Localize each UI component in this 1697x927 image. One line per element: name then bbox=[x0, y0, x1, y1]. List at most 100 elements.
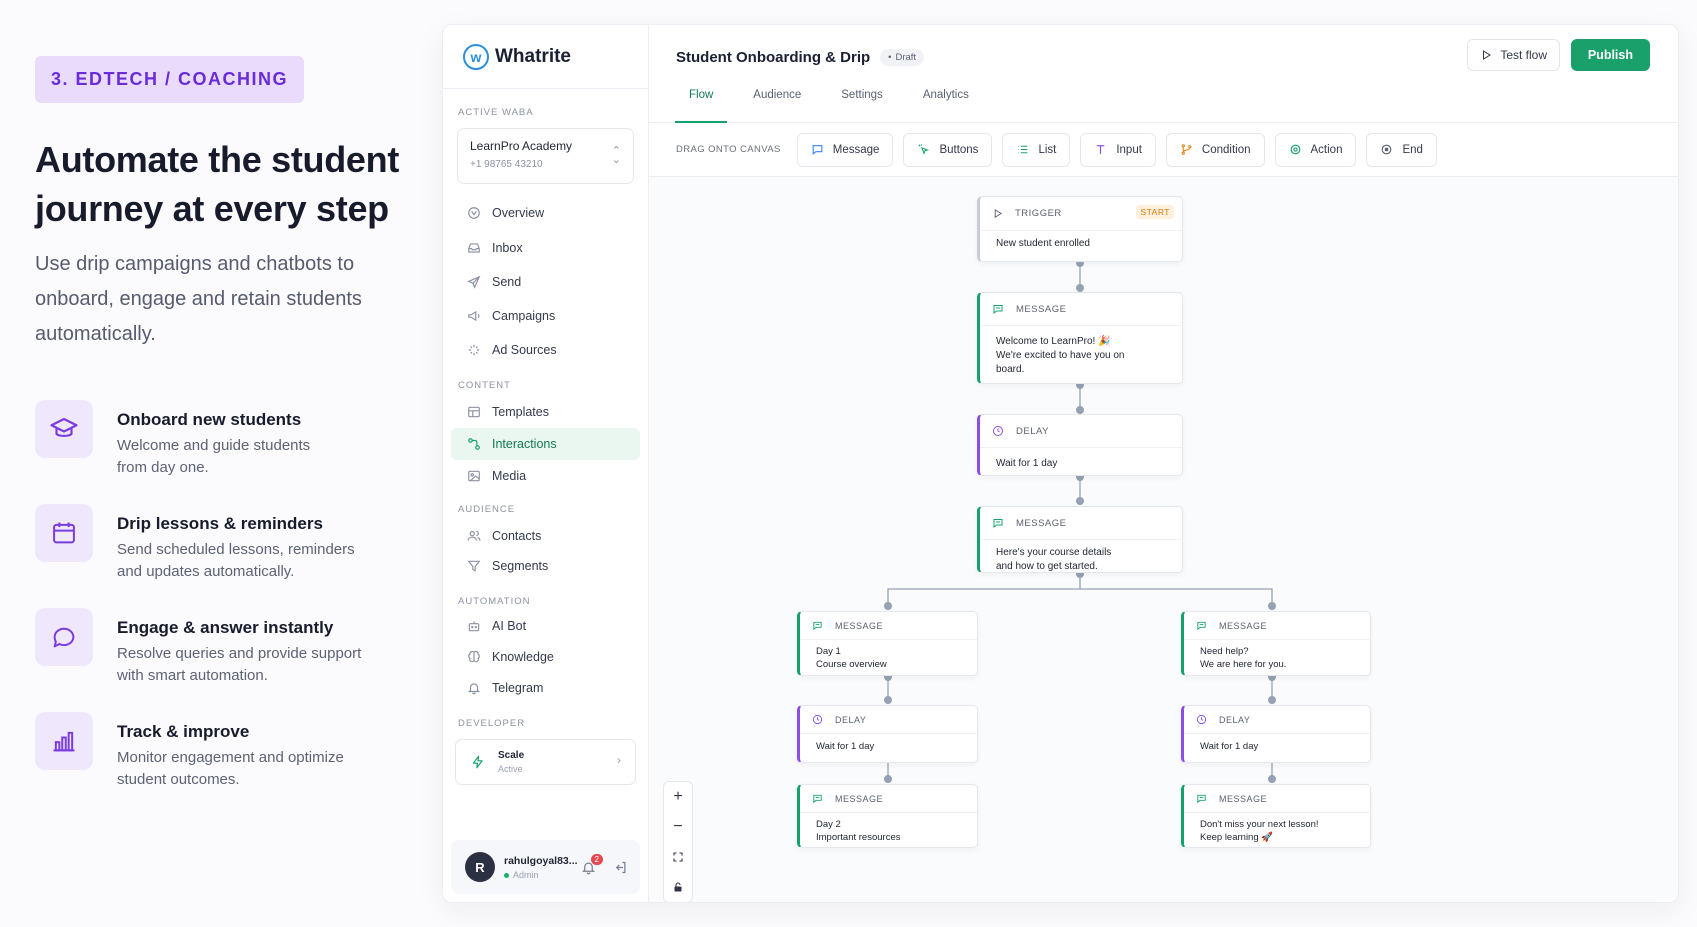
pointer-icon bbox=[917, 143, 930, 156]
sidebar: w Whatrite ACTIVE WABA LearnPro Academy … bbox=[443, 25, 649, 902]
brand[interactable]: w Whatrite bbox=[443, 25, 648, 89]
flow-node-message[interactable]: MESSAGE Welcome to LearnPro! 🎉 We're exc… bbox=[977, 292, 1183, 384]
sidebar-item-inbox[interactable]: Inbox bbox=[451, 232, 640, 264]
sidebar-item-ai-bot[interactable]: AI Bot bbox=[451, 610, 640, 642]
hero-title: Automate the student journey at every st… bbox=[35, 139, 400, 229]
flow-node-message[interactable]: MESSAGE Need help? We are here for you. bbox=[1181, 611, 1371, 676]
zoom-in-button[interactable]: + bbox=[664, 782, 692, 812]
node-text: Wait for 1 day bbox=[996, 458, 1058, 469]
feature-item: Drip lessons & reminders Send scheduled … bbox=[35, 504, 415, 608]
palette-item-label: Message bbox=[832, 143, 880, 156]
feature-desc: Send scheduled lessons, reminders and up… bbox=[117, 541, 355, 580]
tab-settings[interactable]: Settings bbox=[841, 89, 883, 123]
plan-card[interactable]: Scale Active › bbox=[455, 739, 636, 785]
sidebar-item-campaigns[interactable]: Campaigns bbox=[451, 300, 640, 332]
start-badge: START bbox=[1136, 205, 1174, 219]
section-label-automation: AUTOMATION bbox=[458, 596, 531, 607]
message-icon bbox=[812, 793, 823, 804]
node-type: TRIGGER bbox=[1015, 208, 1062, 219]
palette-item-condition[interactable]: Condition bbox=[1165, 132, 1265, 167]
lock-button[interactable] bbox=[664, 872, 692, 902]
sidebar-item-label: Campaigns bbox=[492, 309, 556, 323]
hero-section: 3. EDTECH / COACHING Automate the studen… bbox=[35, 56, 415, 352]
zoom-out-button[interactable]: − bbox=[664, 812, 692, 842]
tab-analytics[interactable]: Analytics bbox=[923, 89, 969, 123]
user-profile[interactable]: R rahulgoyal83... Admin 2 bbox=[451, 840, 640, 894]
palette-item-buttons[interactable]: Buttons bbox=[903, 132, 993, 167]
palette-item-action[interactable]: Action bbox=[1274, 132, 1357, 167]
branch-icon bbox=[1180, 143, 1193, 156]
flow-node-message[interactable]: MESSAGE Day 2 Important resources bbox=[797, 784, 978, 848]
waba-selector[interactable]: LearnPro Academy +1 98765 43210 ⌃ ⌄ bbox=[457, 128, 634, 184]
status-badge: Draft bbox=[880, 48, 925, 66]
graduation-cap-icon bbox=[35, 400, 93, 458]
flow-node-trigger[interactable]: TRIGGER START New student enrolled bbox=[977, 196, 1183, 262]
sidebar-item-ad-sources[interactable]: Ad Sources bbox=[451, 334, 640, 366]
sidebar-item-telegram[interactable]: Telegram bbox=[451, 672, 640, 704]
test-flow-button[interactable]: Test flow bbox=[1467, 39, 1560, 71]
logout-icon bbox=[615, 861, 626, 874]
notification-button[interactable]: 2 bbox=[581, 854, 603, 880]
flow-node-message[interactable]: MESSAGE Day 1 Course overview bbox=[797, 611, 978, 676]
fit-view-button[interactable] bbox=[664, 842, 692, 872]
whatrite-logo-icon: w bbox=[463, 43, 489, 70]
bell-icon bbox=[466, 680, 482, 696]
flow-node-delay[interactable]: DELAY Wait for 1 day bbox=[797, 705, 978, 763]
tab-flow[interactable]: Flow bbox=[674, 89, 728, 123]
node-text: Wait for 1 day bbox=[1200, 741, 1259, 752]
inbox-icon bbox=[466, 240, 482, 256]
plan-status: Active bbox=[498, 764, 523, 774]
palette-item-list[interactable]: List bbox=[1002, 132, 1071, 167]
feature-item: Track & improve Monitor engagement and o… bbox=[35, 712, 415, 816]
feature-desc: Welcome and guide students from day one. bbox=[117, 437, 311, 476]
palette-item-end[interactable]: End bbox=[1366, 132, 1437, 167]
feature-title: Onboard new students bbox=[117, 410, 302, 429]
sidebar-item-templates[interactable]: Templates bbox=[451, 396, 640, 428]
sidebar-item-contacts[interactable]: Contacts bbox=[451, 520, 640, 552]
play-icon bbox=[1483, 50, 1492, 60]
node-text: New student enrolled bbox=[996, 238, 1090, 249]
clock-icon bbox=[992, 425, 1004, 437]
palette-item-label: List bbox=[1038, 143, 1057, 156]
node-text: Don't miss your next lesson! Keep learni… bbox=[1200, 819, 1319, 843]
node-type: DELAY bbox=[835, 714, 867, 725]
overview-icon bbox=[466, 205, 482, 221]
tab-audience[interactable]: Audience bbox=[753, 89, 801, 123]
bot-icon bbox=[466, 618, 482, 634]
text-input-icon bbox=[1094, 143, 1107, 156]
message-icon bbox=[992, 303, 1004, 315]
sidebar-item-overview[interactable]: Overview bbox=[451, 197, 640, 229]
flow-title[interactable]: Student Onboarding & Drip bbox=[676, 49, 870, 66]
sidebar-item-label: Segments bbox=[492, 559, 549, 573]
node-type: MESSAGE bbox=[835, 620, 884, 631]
sidebar-item-media[interactable]: Media bbox=[451, 460, 640, 492]
sidebar-item-interactions[interactable]: Interactions bbox=[451, 428, 640, 460]
chevron-right-icon: › bbox=[617, 753, 621, 767]
flow-node-delay[interactable]: DELAY Wait for 1 day bbox=[1181, 705, 1371, 763]
flow-node-message[interactable]: MESSAGE Here's your course details and h… bbox=[977, 506, 1183, 573]
brain-icon bbox=[466, 649, 482, 665]
flow-canvas[interactable]: TRIGGER START New student enrolled MESSA… bbox=[649, 177, 1678, 902]
palette-item-message[interactable]: Message bbox=[796, 132, 894, 167]
node-type: MESSAGE bbox=[1016, 303, 1067, 315]
category-eyebrow: 3. EDTECH / COACHING bbox=[35, 56, 305, 103]
editor-header: Student Onboarding & Drip Draft Test flo… bbox=[649, 25, 1678, 89]
message-icon bbox=[812, 620, 823, 631]
sidebar-item-label: Interactions bbox=[492, 437, 557, 451]
flow-node-delay[interactable]: DELAY Wait for 1 day bbox=[977, 414, 1183, 476]
sidebar-item-send[interactable]: Send bbox=[451, 266, 640, 298]
palette-item-input[interactable]: Input bbox=[1080, 132, 1156, 167]
sidebar-item-label: AI Bot bbox=[492, 619, 527, 633]
minus-icon: − bbox=[673, 818, 683, 835]
feature-desc: Resolve queries and provide support with… bbox=[117, 645, 362, 684]
message-icon bbox=[992, 517, 1004, 529]
logout-button[interactable] bbox=[613, 860, 628, 880]
avatar: R bbox=[465, 852, 495, 882]
sidebar-item-segments[interactable]: Segments bbox=[451, 550, 640, 582]
sidebar-item-knowledge[interactable]: Knowledge bbox=[451, 641, 640, 673]
publish-button[interactable]: Publish bbox=[1570, 39, 1650, 71]
plan-name: Scale bbox=[498, 750, 525, 761]
node-text: Welcome to LearnPro! 🎉 We're excited to … bbox=[996, 336, 1125, 375]
flow-node-message[interactable]: MESSAGE Don't miss your next lesson! Kee… bbox=[1181, 784, 1371, 848]
interactions-icon bbox=[466, 436, 482, 452]
